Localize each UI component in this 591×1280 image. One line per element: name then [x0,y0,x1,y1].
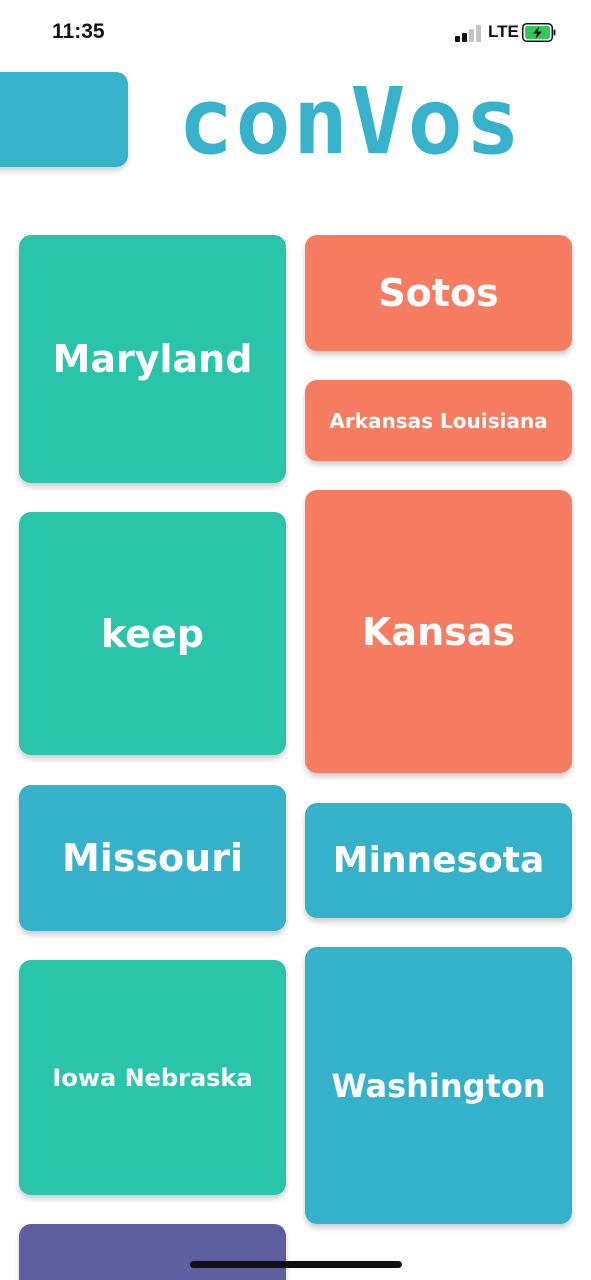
topic-tile-arkansas-louisiana[interactable]: Arkansas Louisiana [305,380,572,461]
topic-tile-minnesota[interactable]: Minnesota [305,803,572,918]
home-indicator[interactable] [190,1261,402,1268]
battery-charging-icon [522,23,556,42]
status-bar: 11:35 LTE [0,0,591,66]
status-time: 11:35 [52,20,105,43]
topic-tile-partial[interactable] [19,1224,286,1280]
network-type: LTE [488,22,519,41]
topic-tile-iowa-nebraska[interactable]: Iowa Nebraska [19,960,286,1195]
tile-label: Arkansas Louisiana [329,408,548,433]
topic-tile-keep[interactable]: keep [19,512,286,755]
app-title: conVos [178,68,523,175]
tile-label: Missouri [61,836,243,880]
signal-strength-icon [455,24,483,42]
tile-label: keep [101,611,204,656]
topic-tile-sotos[interactable]: Sotos [305,235,572,351]
topic-tile-maryland[interactable]: Maryland [19,235,286,483]
topic-tile-kansas[interactable]: Kansas [305,490,572,773]
tile-label: Iowa Nebraska [52,1063,253,1092]
tile-label: Washington [331,1066,546,1105]
tile-label: Kansas [361,609,516,654]
topic-tile-missouri[interactable]: Missouri [19,785,286,931]
tile-label: Minnesota [332,840,545,881]
tile-label: Sotos [378,271,499,315]
tile-label: Maryland [52,337,253,381]
menu-button[interactable] [0,72,128,167]
topic-tile-washington[interactable]: Washington [305,947,572,1224]
